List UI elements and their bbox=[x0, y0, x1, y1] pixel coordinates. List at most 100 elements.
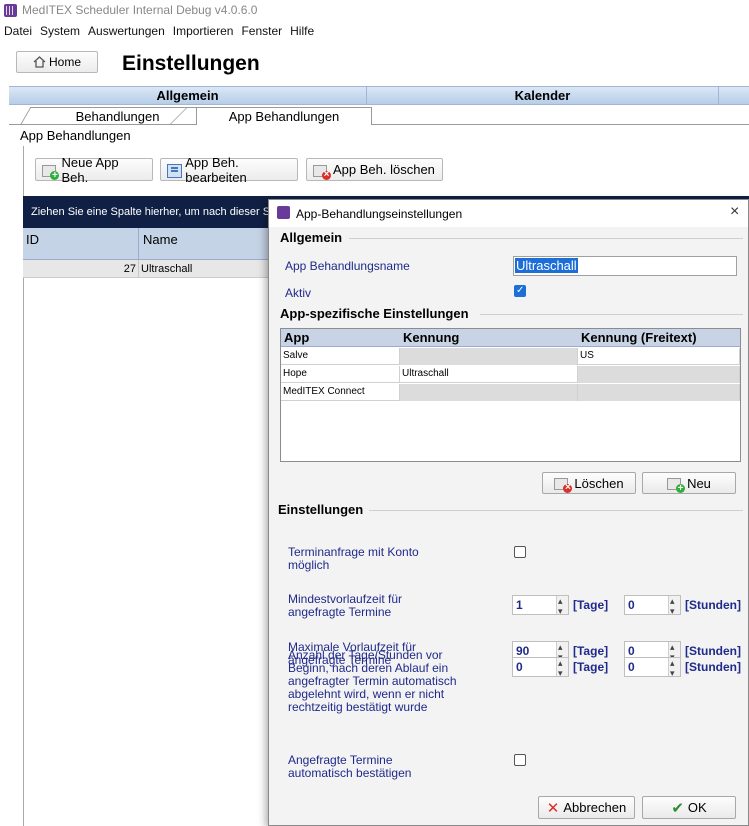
unit-days: [Tage] bbox=[573, 644, 609, 658]
calendar-app-icon bbox=[4, 4, 17, 17]
menu-auswertungen[interactable]: Auswertungen bbox=[84, 22, 169, 40]
min-lead-days-value: 1 bbox=[516, 598, 523, 612]
spinner-arrows[interactable] bbox=[556, 654, 568, 682]
cell-divider bbox=[138, 260, 139, 278]
window-titlebar: MedITEX Scheduler Internal Debug v4.0.6.… bbox=[0, 0, 749, 20]
unit-hours: [Stunden] bbox=[685, 644, 741, 658]
auto-confirm-checkbox[interactable] bbox=[514, 754, 526, 766]
edit-app-treatment-label: App Beh. bearbeiten bbox=[185, 154, 247, 185]
table-row[interactable]: Salve US bbox=[281, 348, 740, 365]
cancel-icon: ✕ bbox=[546, 799, 560, 817]
column-header-kennung[interactable]: Kennung bbox=[403, 330, 459, 345]
cell-app: MedITEX Connect bbox=[281, 384, 400, 401]
subtab-divider bbox=[9, 124, 749, 125]
tab-kalender[interactable]: Kalender bbox=[367, 87, 719, 104]
subtab-behandlungen[interactable]: Behandlungen bbox=[20, 107, 216, 125]
new-app-row-button[interactable]: Neu bbox=[642, 472, 736, 494]
table-row[interactable]: MedITEX Connect bbox=[281, 384, 740, 401]
home-button[interactable]: Home bbox=[16, 51, 98, 73]
ok-label: OK bbox=[687, 800, 707, 815]
group-title-app-settings: App-spezifische Einstellungen bbox=[280, 306, 469, 321]
cell-kennung[interactable]: Ultraschall bbox=[400, 366, 578, 383]
delete-app-treatment-button[interactable]: App Beh. löschen bbox=[306, 158, 443, 181]
calendar-app-icon bbox=[277, 206, 290, 219]
page-title: Einstellungen bbox=[122, 52, 260, 75]
column-header-freitext[interactable]: Kennung (Freitext) bbox=[581, 330, 697, 345]
cancel-label: Abbrechen bbox=[563, 800, 627, 815]
request-with-account-label: Terminanfrage mit Konto möglich bbox=[288, 545, 419, 572]
request-with-account-checkbox[interactable] bbox=[514, 546, 526, 558]
table-row[interactable]: Hope Ultraschall bbox=[281, 366, 740, 383]
auto-reject-hours-spinner[interactable]: 0 bbox=[624, 654, 681, 682]
edit-app-treatment-button[interactable]: App Beh. bearbeiten bbox=[160, 155, 298, 185]
delete-app-treatment-label: App Beh. löschen bbox=[333, 162, 435, 177]
min-lead-hours-spinner[interactable]: 0 bbox=[624, 592, 681, 620]
spinner-arrows[interactable] bbox=[668, 654, 680, 682]
cell-kennung[interactable] bbox=[400, 384, 578, 401]
group-title-allgemein: Allgemein bbox=[280, 230, 343, 245]
min-lead-hours-value: 0 bbox=[628, 598, 635, 612]
ok-button[interactable]: ✔ OK bbox=[642, 796, 736, 819]
max-lead-days-value: 90 bbox=[516, 644, 530, 658]
new-app-treatment-button[interactable]: Neue App Beh. bbox=[35, 155, 153, 185]
unit-hours: [Stunden] bbox=[685, 598, 741, 612]
close-icon[interactable]: × bbox=[730, 203, 739, 221]
section-label: App Behandlungen bbox=[20, 128, 131, 143]
tab-allgemein[interactable]: Allgemein bbox=[9, 87, 367, 104]
delete-app-row-button[interactable]: Löschen bbox=[542, 472, 636, 494]
add-icon bbox=[42, 163, 61, 180]
table-row[interactable]: 27 Ultraschall bbox=[23, 260, 269, 278]
unit-days: [Tage] bbox=[573, 598, 609, 612]
treatment-name-label: App Behandlungsname bbox=[285, 259, 410, 273]
auto-reject-days-spinner[interactable]: 0 bbox=[512, 654, 569, 682]
menu-bar: Datei System Auswertungen Importieren Fe… bbox=[0, 22, 318, 40]
delete-icon bbox=[554, 476, 573, 493]
group-line bbox=[369, 510, 743, 511]
column-header-id[interactable]: ID bbox=[26, 232, 39, 247]
edit-icon bbox=[167, 163, 183, 178]
menu-fenster[interactable]: Fenster bbox=[237, 22, 286, 40]
dialog-titlebar: App-Behandlungseinstellungen × bbox=[269, 200, 748, 227]
home-icon bbox=[33, 56, 46, 68]
auto-reject-label: Anzahl der Tage/Stunden vor Beginn, nach… bbox=[288, 648, 457, 714]
checkmark-icon: ✔ bbox=[671, 799, 684, 817]
spinner-arrows[interactable] bbox=[668, 592, 680, 620]
column-header-name[interactable]: Name bbox=[143, 232, 178, 247]
cell-freitext[interactable] bbox=[578, 384, 740, 401]
new-app-treatment-label: Neue App Beh. bbox=[61, 154, 119, 185]
group-title-settings: Einstellungen bbox=[278, 502, 364, 517]
menu-system[interactable]: System bbox=[36, 22, 84, 40]
menu-importieren[interactable]: Importieren bbox=[169, 22, 238, 40]
cell-freitext[interactable] bbox=[578, 366, 740, 383]
cell-kennung[interactable] bbox=[400, 348, 578, 365]
auto-confirm-label: Angefragte Termine automatisch bestätige… bbox=[288, 753, 412, 780]
auto-reject-hours-value: 0 bbox=[628, 660, 635, 674]
cell-freitext[interactable]: US bbox=[578, 348, 740, 365]
spinner-arrows[interactable] bbox=[556, 592, 568, 620]
cell-app: Salve bbox=[281, 348, 400, 365]
cell-app: Hope bbox=[281, 366, 400, 383]
delete-app-row-label: Löschen bbox=[574, 475, 624, 491]
menu-datei[interactable]: Datei bbox=[0, 22, 36, 40]
min-lead-label: Mindestvorlaufzeit für angefragte Termin… bbox=[288, 592, 403, 619]
treatment-name-value: Ultraschall bbox=[515, 258, 578, 273]
subtab-app-behandlungen[interactable]: App Behandlungen bbox=[196, 107, 372, 125]
app-table-header: App Kennung Kennung (Freitext) bbox=[281, 329, 740, 347]
app-treatment-settings-dialog: App-Behandlungseinstellungen × Allgemein… bbox=[268, 199, 749, 826]
group-line bbox=[480, 314, 743, 315]
home-label: Home bbox=[48, 55, 81, 69]
min-lead-days-spinner[interactable]: 1 bbox=[512, 592, 569, 620]
max-lead-hours-value: 0 bbox=[628, 644, 635, 658]
unit-hours: [Stunden] bbox=[685, 660, 741, 674]
menu-hilfe[interactable]: Hilfe bbox=[286, 22, 318, 40]
column-header-app[interactable]: App bbox=[284, 330, 309, 345]
unit-days: [Tage] bbox=[573, 660, 609, 674]
column-divider bbox=[138, 228, 139, 260]
delete-icon bbox=[313, 163, 331, 180]
cell-name: Ultraschall bbox=[141, 263, 193, 275]
treatment-name-input[interactable]: Ultraschall bbox=[513, 256, 737, 276]
new-app-row-label: Neu bbox=[687, 475, 711, 491]
active-checkbox[interactable] bbox=[514, 285, 526, 297]
cell-id: 27 bbox=[123, 263, 136, 275]
cancel-button[interactable]: ✕ Abbrechen bbox=[538, 796, 635, 819]
